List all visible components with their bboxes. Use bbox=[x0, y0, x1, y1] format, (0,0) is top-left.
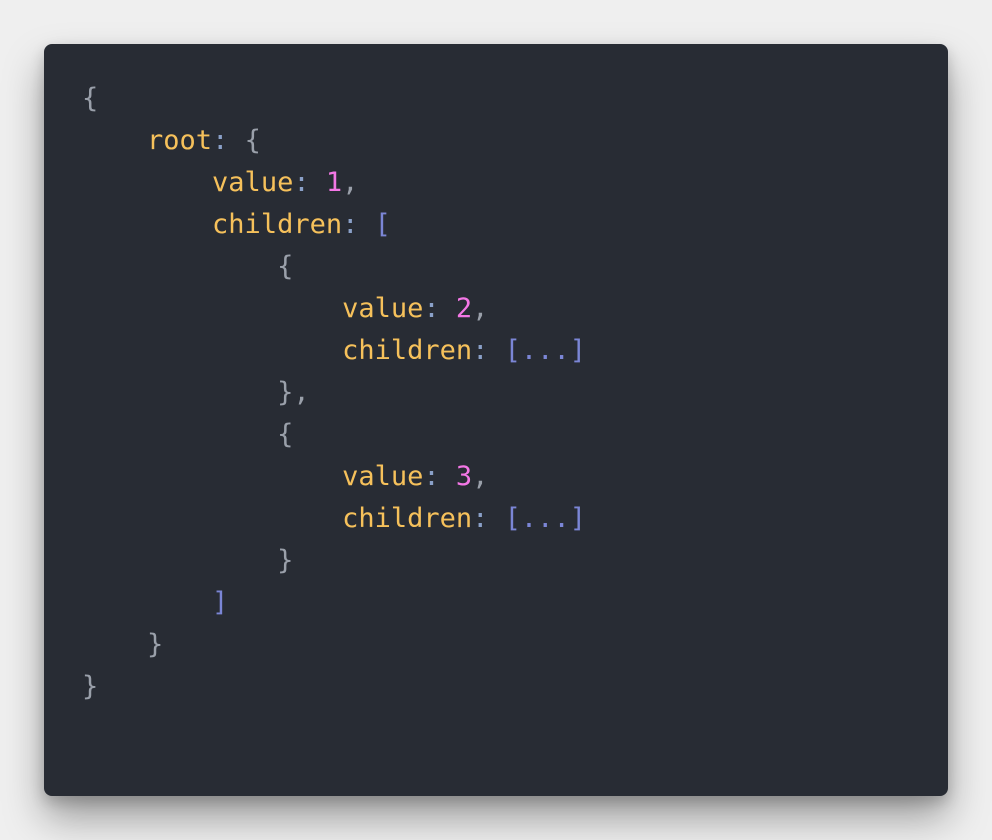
code-window: { root: { value: 1, children: [ { value:… bbox=[44, 44, 948, 796]
close-brace: } bbox=[277, 545, 294, 576]
key-value: value bbox=[212, 167, 294, 198]
code-line-12: } bbox=[82, 540, 586, 582]
collapsed-array: [...] bbox=[504, 503, 586, 534]
close-brace: } bbox=[277, 377, 294, 408]
code-line-5: { bbox=[82, 246, 586, 288]
key-root: root bbox=[147, 125, 213, 156]
comma: , bbox=[342, 167, 359, 198]
close-bracket: ] bbox=[212, 587, 229, 618]
code-line-2: root: { bbox=[82, 120, 586, 162]
code-line-9: { bbox=[82, 414, 586, 456]
collapsed-array: [...] bbox=[504, 335, 586, 366]
close-brace: } bbox=[147, 629, 164, 660]
colon: : bbox=[212, 125, 229, 156]
comma: , bbox=[293, 377, 310, 408]
key-value: value bbox=[342, 293, 424, 324]
comma: , bbox=[472, 293, 489, 324]
colon: : bbox=[423, 293, 440, 324]
open-brace: { bbox=[82, 83, 99, 114]
code-line-4: children: [ bbox=[82, 204, 586, 246]
close-brace: } bbox=[82, 671, 99, 702]
code-line-3: value: 1, bbox=[82, 162, 586, 204]
code-line-8: }, bbox=[82, 372, 586, 414]
code-line-11: children: [...] bbox=[82, 498, 586, 540]
colon: : bbox=[293, 167, 310, 198]
key-children: children bbox=[342, 335, 473, 366]
open-brace: { bbox=[277, 251, 294, 282]
open-brace: { bbox=[244, 125, 261, 156]
colon: : bbox=[472, 335, 489, 366]
key-children: children bbox=[342, 503, 473, 534]
open-brace: { bbox=[277, 419, 294, 450]
code-line-13: ] bbox=[82, 582, 586, 624]
colon: : bbox=[342, 209, 359, 240]
open-bracket: [ bbox=[374, 209, 391, 240]
code-line-6: value: 2, bbox=[82, 288, 586, 330]
number-value: 1 bbox=[325, 167, 343, 198]
code-line-10: value: 3, bbox=[82, 456, 586, 498]
colon: : bbox=[423, 461, 440, 492]
code-block: { root: { value: 1, children: [ { value:… bbox=[82, 78, 586, 708]
code-line-7: children: [...] bbox=[82, 330, 586, 372]
number-value: 2 bbox=[455, 293, 473, 324]
code-line-1: { bbox=[82, 78, 586, 120]
key-children: children bbox=[212, 209, 343, 240]
code-line-14: } bbox=[82, 624, 586, 666]
colon: : bbox=[472, 503, 489, 534]
key-value: value bbox=[342, 461, 424, 492]
comma: , bbox=[472, 461, 489, 492]
code-line-15: } bbox=[82, 666, 586, 708]
number-value: 3 bbox=[455, 461, 473, 492]
